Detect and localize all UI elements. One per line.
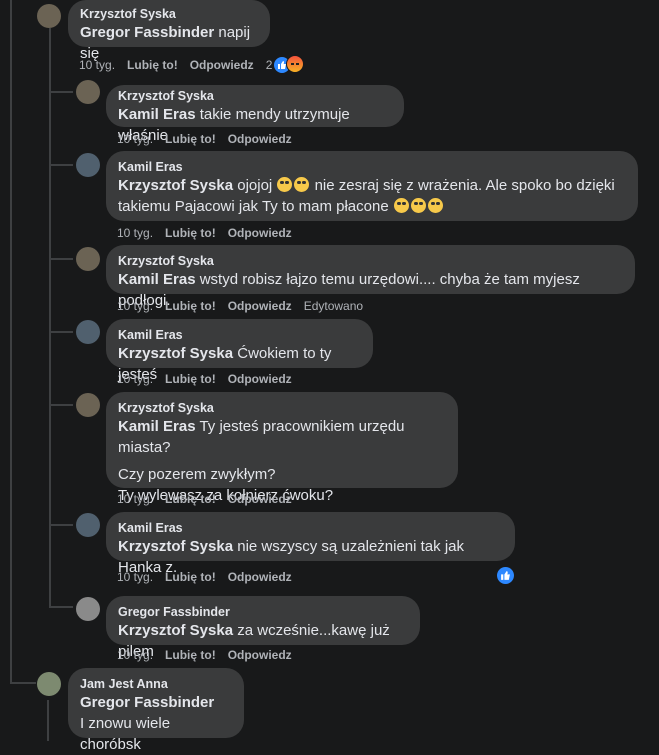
reaction-count[interactable]: 2 [266,58,273,72]
timestamp[interactable]: 10 tyg. [117,570,153,584]
comment-text: I znowu wiele choróbsk [80,715,171,753]
comment-bubble: Kamil Eras Krzysztof Syska nie wszyscy s… [106,512,515,576]
comment-text: takiemu Pajacowi jak Ty to mam płacone [118,198,393,215]
avatar[interactable] [76,153,100,177]
laughing-emoji-icon [393,198,409,213]
laughing-emoji-icon [427,198,443,213]
mention-link[interactable]: Gregor Fassbinder [80,692,232,713]
like-button[interactable]: Lubię to! [165,299,216,313]
comment-bubble: Gregor Fassbinder Krzysztof Syska za wcz… [106,596,420,660]
reply-button[interactable]: Odpowiedz [228,492,292,506]
avatar[interactable] [37,4,61,28]
comment-actions: 10 tyg. Lubię to! Odpowiedz [117,647,304,663]
avatar[interactable] [37,672,61,696]
comment-actions: 10 tyg. Lubię to! Odpowiedz [117,491,304,507]
comment-actions: 10 tyg. Lubię to! Odpowiedz [117,371,304,387]
thread-line-bottom [47,700,49,741]
reply-button[interactable]: Odpowiedz [228,648,292,662]
comment-author[interactable]: Krzysztof Syska [80,6,258,22]
comment-bubble: Kamil Eras Krzysztof Syska Ćwokiem to ty… [106,319,373,383]
mention-link[interactable]: Kamil Eras [118,418,196,435]
mention-link[interactable]: Gregor Fassbinder [80,24,214,41]
connector [49,404,73,406]
like-button[interactable]: Lubię to! [165,372,216,386]
timestamp[interactable]: 10 tyg. [117,648,153,662]
laughing-emoji-icon [277,177,293,192]
mention-link[interactable]: Krzysztof Syska [118,622,233,639]
like-button[interactable]: Lubię to! [127,58,178,72]
comment-text: ojojoj [233,177,277,194]
comment-actions: 10 tyg. Lubię to! Odpowiedz [117,569,304,585]
angry-reaction-icon [286,55,305,73]
connector [49,524,73,526]
timestamp[interactable]: 10 tyg. [117,299,153,313]
avatar[interactable] [76,80,100,104]
mention-link[interactable]: Kamil Eras [118,271,196,288]
mention-link[interactable]: Kamil Eras [118,106,196,123]
avatar[interactable] [76,513,100,537]
comment-author[interactable]: Gregor Fassbinder [118,604,408,620]
comment-author[interactable]: Krzysztof Syska [118,400,446,416]
comment-author[interactable]: Krzysztof Syska [118,88,392,104]
connector [49,164,73,166]
timestamp[interactable]: 10 tyg. [79,58,115,72]
comment-actions: 10 tyg. Lubię to! Odpowiedz Edytowano [117,298,375,314]
avatar[interactable] [76,320,100,344]
timestamp[interactable]: 10 tyg. [117,492,153,506]
mention-link[interactable]: Krzysztof Syska [118,538,233,555]
comment-bubble: Krzysztof Syska Kamil Eras takie mendy u… [106,85,404,144]
comment-bubble: Jam Jest Anna Gregor Fassbinder I znowu … [68,668,244,753]
like-button[interactable]: Lubię to! [165,570,216,584]
comment-actions: 10 tyg. Lubię to! Odpowiedz 2 [79,55,316,73]
comment-actions: 10 tyg. Lubię to! Odpowiedz [117,131,304,147]
comment-author[interactable]: Kamil Eras [118,159,626,175]
like-button[interactable]: Lubię to! [165,648,216,662]
avatar[interactable] [76,393,100,417]
comment-author[interactable]: Krzysztof Syska [118,253,623,269]
avatar[interactable] [76,597,100,621]
comment-author[interactable]: Kamil Eras [118,520,503,536]
like-button[interactable]: Lubię to! [165,132,216,146]
connector [49,606,73,608]
comment-text: Czy pozerem zwykłym? [118,466,276,483]
thread-line-outer-curve [10,682,36,684]
timestamp[interactable]: 10 tyg. [117,226,153,240]
comment-bubble: Kamil Eras Krzysztof Syska ojojoj nie ze… [106,151,638,221]
comment-text: nie zesraj się z wrażenia. Ale spoko bo … [310,177,615,194]
timestamp[interactable]: 10 tyg. [117,132,153,146]
reply-button[interactable]: Odpowiedz [228,570,292,584]
comment-author[interactable]: Jam Jest Anna [80,676,232,692]
connector [49,91,73,93]
like-button[interactable]: Lubię to! [165,226,216,240]
reply-button[interactable]: Odpowiedz [228,372,292,386]
edited-label[interactable]: Edytowano [304,299,363,313]
comment-bubble: Krzysztof Syska Kamil Eras wstyd robisz … [106,245,635,309]
reply-button[interactable]: Odpowiedz [190,58,254,72]
reply-button[interactable]: Odpowiedz [228,299,292,313]
timestamp[interactable]: 10 tyg. [117,372,153,386]
mention-link[interactable]: Krzysztof Syska [118,177,233,194]
reply-button[interactable]: Odpowiedz [228,132,292,146]
connector [49,331,73,333]
like-button[interactable]: Lubię to! [165,492,216,506]
mention-link[interactable]: Krzysztof Syska [118,345,233,362]
comment-bubble: Krzysztof Syska Kamil Eras Ty jesteś pra… [106,392,458,504]
avatar[interactable] [76,247,100,271]
laughing-emoji-icon [410,198,426,213]
comment-author[interactable]: Kamil Eras [118,327,361,343]
laughing-emoji-icon [294,177,310,192]
thread-line-outer [10,0,12,684]
comment-actions: 10 tyg. Lubię to! Odpowiedz [117,225,304,241]
like-reaction-icon[interactable] [497,567,514,584]
thread-line-top [49,28,51,607]
reply-button[interactable]: Odpowiedz [228,226,292,240]
connector [49,258,73,260]
comment-bubble: Krzysztof Syska Gregor Fassbinder napij … [68,0,270,62]
